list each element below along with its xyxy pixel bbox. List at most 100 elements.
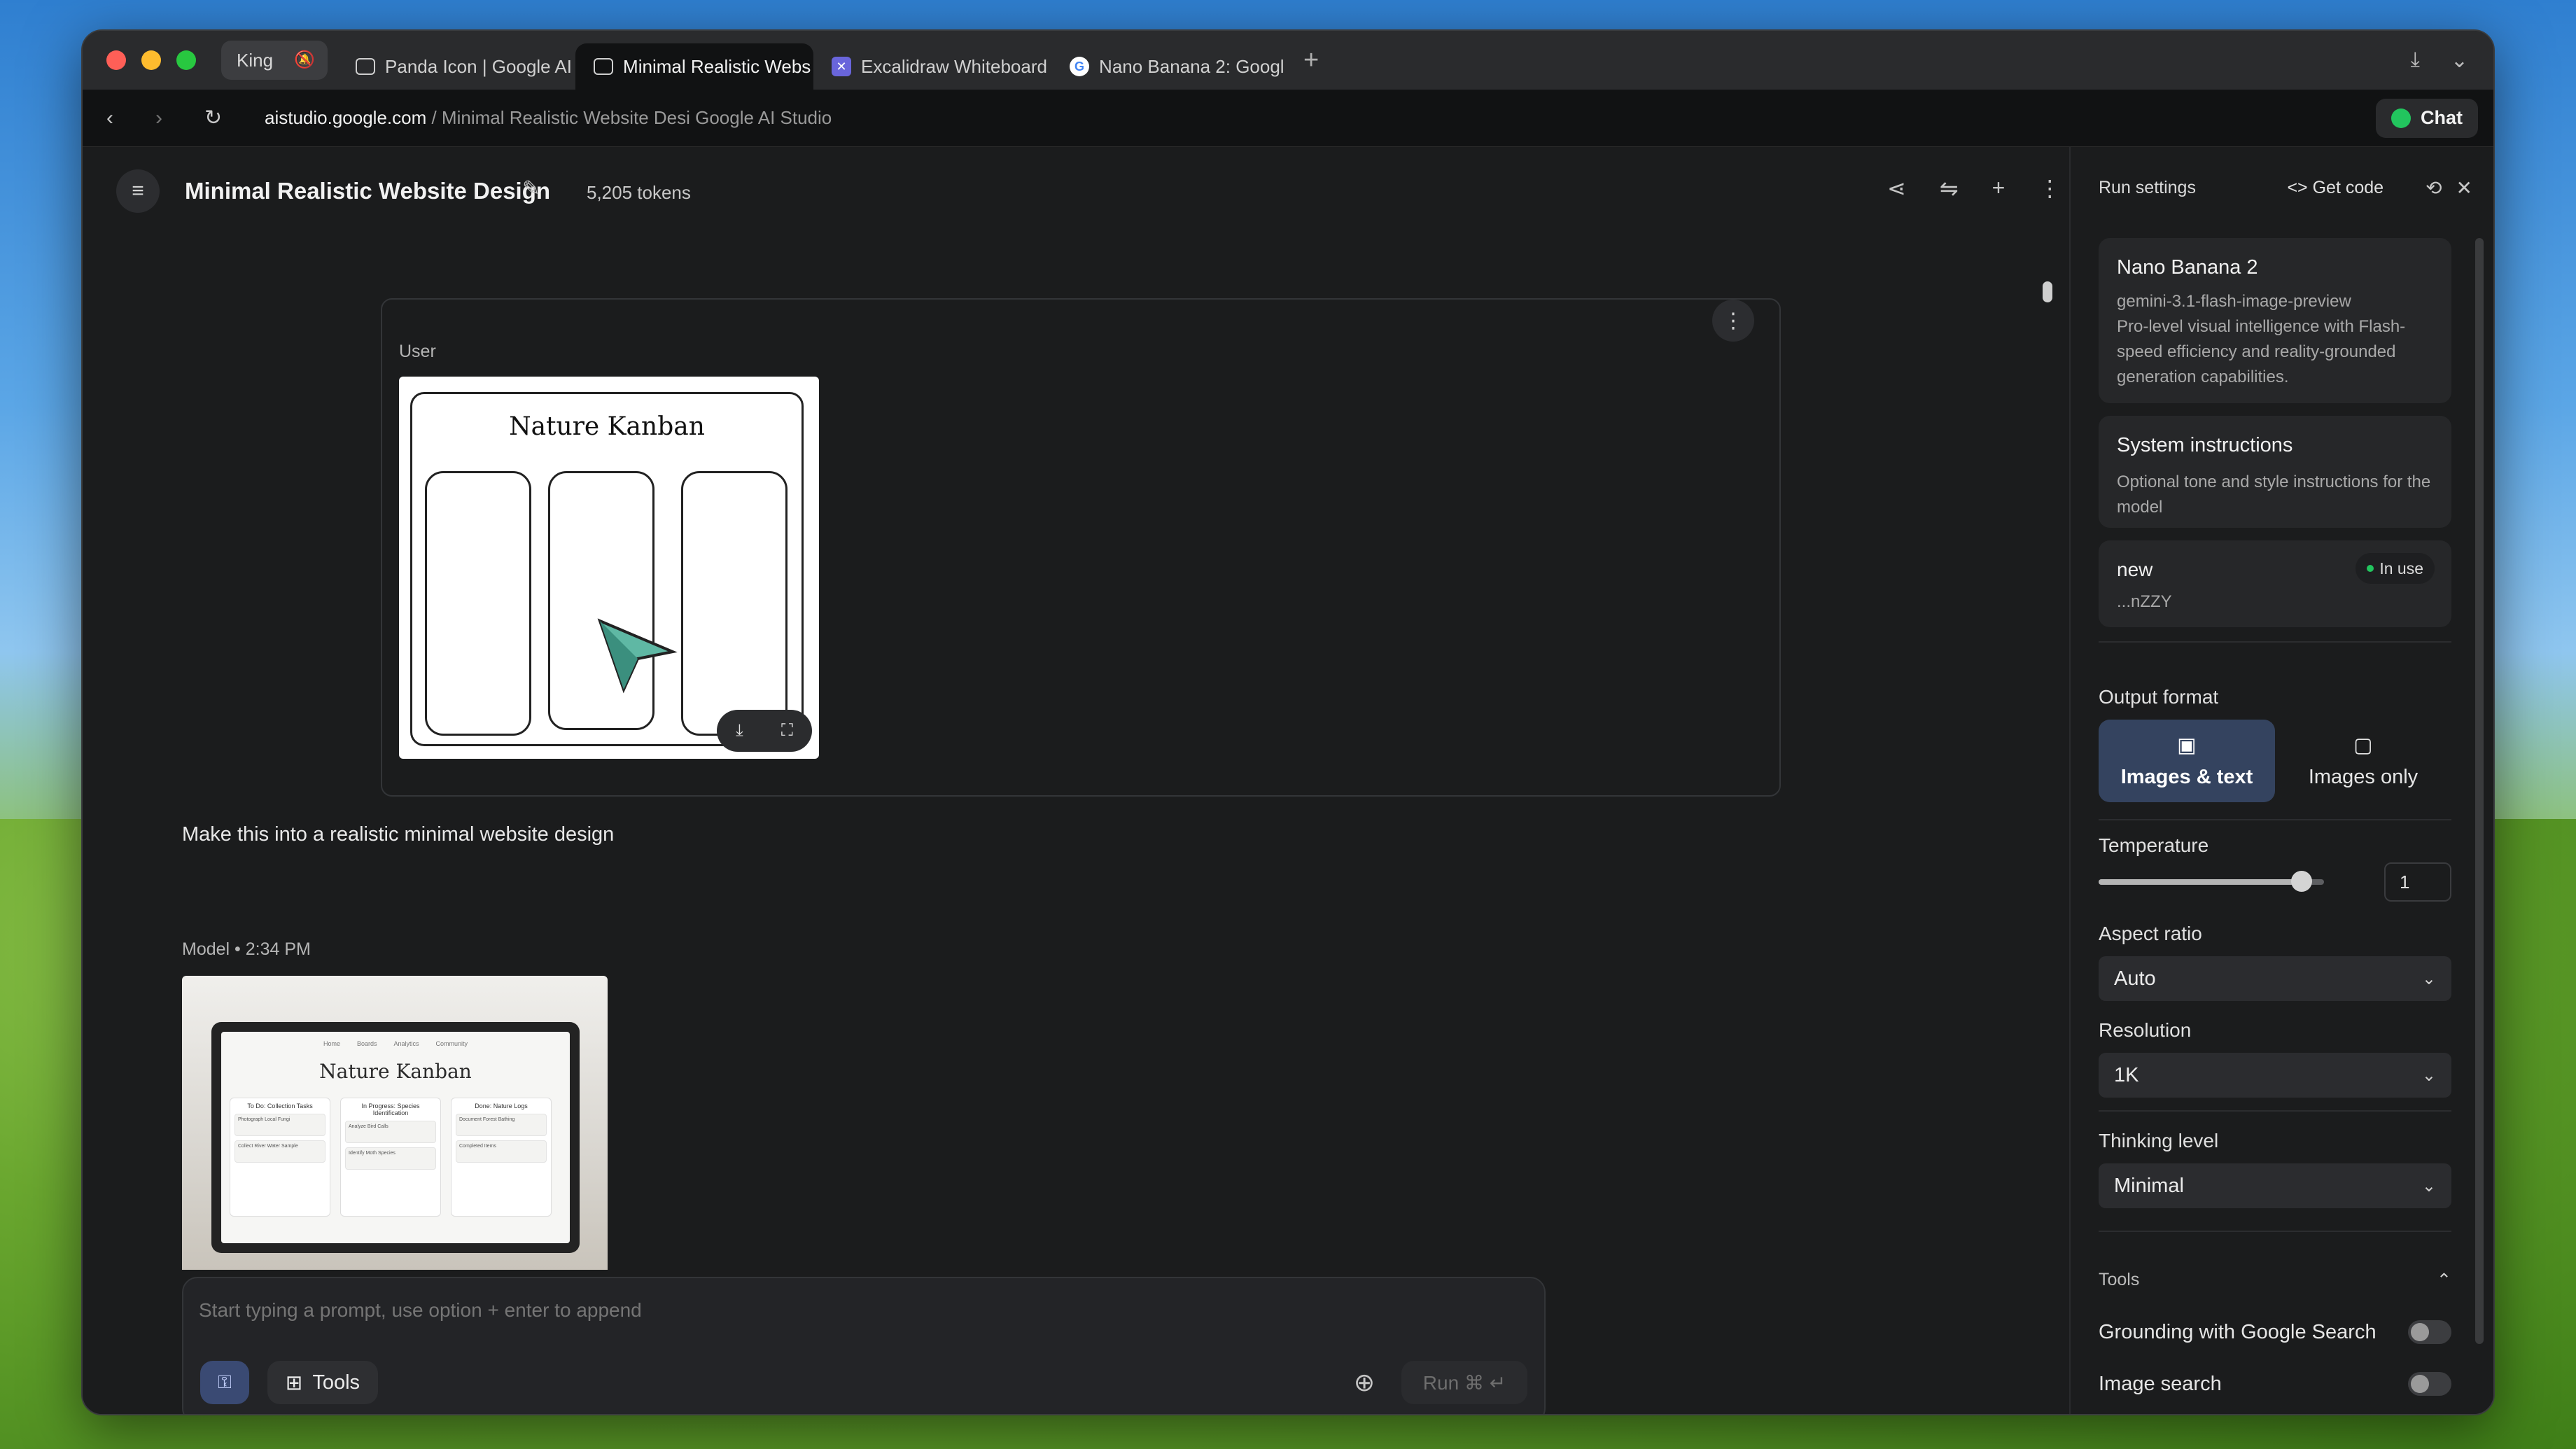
download-icon[interactable]: ⤓ [736, 721, 743, 741]
page-title: Minimal Realistic Website Design [185, 178, 551, 204]
hamburger-menu-icon[interactable]: ≡ [116, 169, 160, 213]
system-instructions-box[interactable]: System instructions Optional tone and st… [2099, 416, 2451, 528]
token-count: 5,205 tokens [587, 182, 691, 203]
plus-icon[interactable]: + [1992, 175, 2005, 202]
prompt-composer: ⚿ ⊞ Tools ⊕ Run ⌘ ↵ [182, 1277, 1546, 1414]
mockup-nav-item: Home [323, 1040, 340, 1047]
tools-section-label: Tools [2099, 1270, 2140, 1289]
model-selector[interactable]: Nano Banana 2 gemini-3.1-flash-image-pre… [2099, 238, 2451, 403]
chat-label: Chat [2421, 107, 2463, 128]
chevron-down-icon: ⌄ [2421, 1065, 2436, 1085]
add-circle-icon[interactable]: ⊕ [1354, 1368, 1375, 1397]
model-description: Pro-level visual intelligence with Flash… [2117, 317, 2406, 386]
chat-scrollbar[interactable] [2043, 281, 2052, 302]
panel-scrollbar[interactable] [2475, 238, 2484, 1344]
generated-image[interactable]: Home Boards Analytics Community Nature K… [182, 976, 608, 1270]
tab-panda-icon[interactable]: Panda Icon | Google AI [337, 43, 575, 90]
thinking-level-label: Thinking level [2099, 1130, 2219, 1152]
laptop-screen: Home Boards Analytics Community Nature K… [221, 1032, 570, 1243]
share-icon[interactable]: ⋖ [1887, 175, 1906, 202]
prompt-input[interactable] [199, 1299, 1459, 1322]
temperature-slider[interactable] [2099, 871, 2324, 892]
mockup-nav-item: Community [435, 1040, 468, 1047]
tab-label: Minimal Realistic Webs [623, 55, 811, 77]
grid-icon: ⊞ [286, 1371, 303, 1394]
divider [2099, 819, 2451, 820]
tab-minimal-realistic[interactable]: Minimal Realistic Webs [575, 43, 814, 90]
resolution-select[interactable]: 1K ⌄ [2099, 1053, 2451, 1098]
address-bar: ‹ › ↻ aistudio.google.com / Minimal Real… [83, 90, 2493, 147]
image-search-toggle[interactable] [2408, 1372, 2451, 1396]
run-label: Run ⌘ ↵ [1422, 1371, 1506, 1394]
mockup-card: Completed Items [456, 1140, 547, 1163]
fullscreen-icon[interactable]: ⛶ [781, 721, 793, 741]
close-window-button[interactable] [106, 50, 126, 70]
tab-excalidraw[interactable]: ✕ Excalidraw Whiteboard [813, 43, 1051, 90]
cursor-arrow-icon [597, 618, 678, 694]
chat-button[interactable]: Chat [2376, 98, 2478, 138]
new-tab-button[interactable]: + [1303, 46, 1319, 76]
pencil-icon[interactable]: ✎ [522, 176, 540, 201]
api-key-button[interactable]: ⚿ [200, 1361, 249, 1404]
panel-title: Run settings [2099, 178, 2196, 197]
divider [2099, 1110, 2451, 1112]
tab-nano-banana[interactable]: G Nano Banana 2: Googl [1051, 43, 1289, 90]
zoom-window-button[interactable] [176, 50, 196, 70]
images-and-text-option[interactable]: ▣ Images & text [2099, 720, 2275, 802]
tools-section-header[interactable]: Tools ⌃ [2099, 1270, 2451, 1291]
pinned-profile-king[interactable]: King 🔕 [221, 41, 328, 80]
mockup-card: Collect River Water Sample [234, 1140, 326, 1163]
get-code-button[interactable]: <> Get code [2287, 178, 2384, 198]
forward-arrow-icon[interactable]: › [155, 106, 204, 130]
model-timestamp: 2:34 PM [245, 939, 311, 959]
divider [2099, 641, 2451, 643]
tab-list-chevron-icon[interactable]: ⌄ [2451, 48, 2468, 73]
temperature-input[interactable] [2384, 862, 2451, 902]
tools-label: Tools [312, 1371, 360, 1394]
sketch-column [681, 471, 788, 736]
profile-label: King [237, 49, 274, 71]
more-vert-icon[interactable]: ⋮ [1712, 300, 1754, 342]
sketch-frame: Nature Kanban [410, 392, 804, 746]
url-field[interactable]: aistudio.google.com / Minimal Realistic … [265, 107, 832, 129]
download-icon[interactable]: ⤓ [2411, 48, 2420, 73]
key-icon: ⚿ [218, 1371, 232, 1392]
option-label: Images only [2308, 766, 2418, 788]
get-code-label: Get code [2312, 178, 2384, 197]
thinking-level-select[interactable]: Minimal ⌄ [2099, 1163, 2451, 1208]
output-format-toggle: ▣ Images & text ▢ Images only [2099, 720, 2451, 802]
slider-handle[interactable] [2290, 871, 2312, 892]
back-arrow-icon[interactable]: ‹ [106, 106, 155, 130]
api-key-box[interactable]: new In use ...nZZY [2099, 540, 2451, 627]
output-format-label: Output format [2099, 686, 2219, 708]
model-name: Nano Banana 2 [2117, 256, 2258, 279]
sketch-image[interactable]: Nature Kanban ⤓ ⛶ [399, 377, 819, 759]
user-role-label: User [399, 342, 436, 361]
images-only-option[interactable]: ▢ Images only [2275, 720, 2451, 802]
grounding-toggle[interactable] [2408, 1320, 2451, 1344]
resolution-value: 1K [2114, 1063, 2139, 1086]
close-icon[interactable]: ✕ [2456, 176, 2472, 200]
status-badge: In use [2356, 553, 2435, 584]
mockup-column: Done: Nature Logs Document Forest Bathin… [451, 1098, 552, 1217]
aspect-ratio-value: Auto [2114, 967, 2156, 990]
compare-icon[interactable]: ⇋ [1940, 175, 1959, 202]
aspect-ratio-select[interactable]: Auto ⌄ [2099, 956, 2451, 1001]
grounding-row: Grounding with Google Search [2099, 1320, 2451, 1344]
chevron-up-icon: ⌃ [2437, 1270, 2451, 1290]
model-role-label: Model [182, 939, 230, 959]
system-instructions-description: Optional tone and style instructions for… [2117, 472, 2431, 517]
run-button[interactable]: Run ⌘ ↵ [1401, 1361, 1527, 1404]
more-vert-icon[interactable]: ⋮ [2038, 175, 2061, 202]
reload-icon[interactable]: ↻ [204, 106, 253, 130]
separator-dot: • [234, 939, 246, 959]
reset-icon[interactable]: ⟲ [2426, 176, 2442, 200]
thinking-level-value: Minimal [2114, 1174, 2184, 1197]
google-favicon-icon: G [1070, 57, 1090, 76]
window-controls [106, 50, 196, 70]
image-search-label: Image search [2099, 1372, 2222, 1395]
minimize-window-button[interactable] [141, 50, 161, 70]
tools-button[interactable]: ⊞ Tools [267, 1361, 379, 1404]
sketch-column [425, 471, 531, 736]
header-actions: ⋖ ⇋ + ⋮ [1887, 175, 2069, 202]
